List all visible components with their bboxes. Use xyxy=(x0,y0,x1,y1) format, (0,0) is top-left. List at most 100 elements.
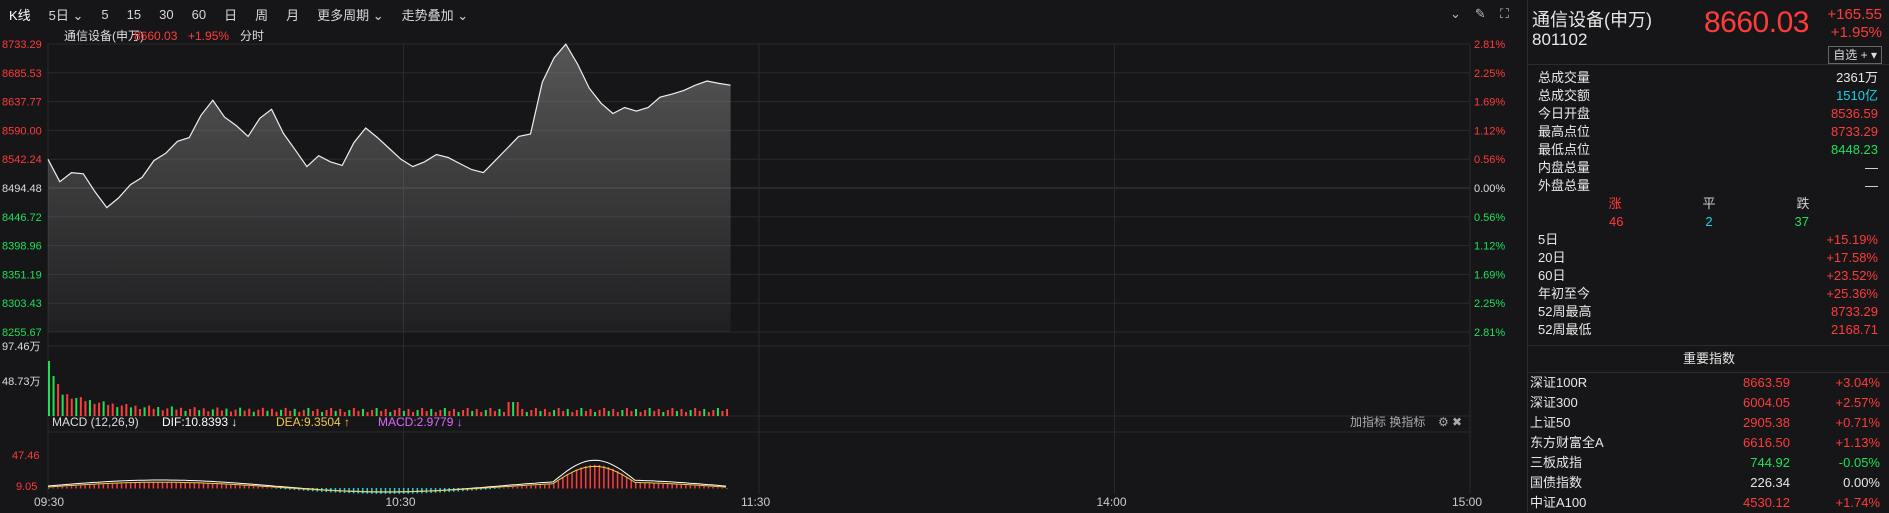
index-row-name: 国债指数 xyxy=(1530,475,1583,490)
macd-bar xyxy=(143,482,146,489)
index-row-name: 上证50 xyxy=(1530,415,1571,430)
volume-bar xyxy=(84,401,87,416)
stat-row: 总成交量 2361万 xyxy=(1528,69,1889,87)
volume-bar xyxy=(562,410,565,416)
volume-bar xyxy=(553,409,556,416)
volume-bar xyxy=(712,410,715,416)
macd-bar xyxy=(270,487,273,489)
index-row-price: 8663.59 xyxy=(1743,375,1790,390)
period-tab-1[interactable]: 5日 ⌄ xyxy=(40,5,93,24)
macd-bar xyxy=(603,465,605,489)
index-row[interactable]: 上证50 2905.38 +0.71% xyxy=(1528,413,1889,433)
macd-bar xyxy=(275,488,278,489)
y-axis-label: 8685.53 xyxy=(2,68,42,80)
volume-bar xyxy=(680,408,683,416)
volume-bar xyxy=(270,408,273,416)
volume-bar xyxy=(539,410,542,416)
index-row[interactable]: 深证300 6004.05 +2.57% xyxy=(1528,393,1889,413)
volume-bar xyxy=(366,411,369,416)
index-row[interactable]: 三板成指 744.92 -0.05% xyxy=(1528,453,1889,473)
volume-bar xyxy=(530,409,533,416)
period-label: 20日 xyxy=(1538,250,1566,265)
volume-bar xyxy=(584,410,587,416)
volume-bar xyxy=(139,409,142,416)
index-row-change: 0.00% xyxy=(1843,475,1880,490)
index-row-name: 深证300 xyxy=(1530,395,1578,410)
macd-bar xyxy=(348,488,350,494)
quote-panel: 通信设备(申万) 801102 8660.03 +165.55 +1.95% 自… xyxy=(1527,0,1889,512)
legend-price: 8660.03 xyxy=(134,29,178,43)
volume-bar xyxy=(503,411,506,416)
stat-row: 外盘总量 — xyxy=(1528,177,1889,195)
price-change: +165.55 +1.95% xyxy=(1827,6,1882,42)
macd-bar xyxy=(243,485,246,489)
y-axis-label: 8255.67 xyxy=(2,327,42,339)
breadth-header: 涨 平 跌 xyxy=(1528,195,1889,213)
volume-bar xyxy=(721,411,724,416)
volume-bar xyxy=(357,410,360,416)
volume-axis-label: 97.46万 xyxy=(2,341,41,353)
index-row[interactable]: 东方财富全A 6616.50 +1.13% xyxy=(1528,433,1889,453)
period-tab-0[interactable]: K线 xyxy=(0,5,40,24)
macd-bar xyxy=(671,484,673,489)
period-tab-2[interactable]: 5 xyxy=(92,7,117,22)
index-row-change: +1.74% xyxy=(1835,495,1880,510)
y-axis-right-label: 1.69% xyxy=(1474,97,1505,109)
stat-row: 内盘总量 — xyxy=(1528,159,1889,177)
macd-bar xyxy=(66,486,68,489)
volume-bar xyxy=(257,409,260,416)
macd-bar xyxy=(193,483,196,489)
period-row: 60日 +23.52% xyxy=(1528,267,1889,285)
index-row[interactable]: 中证A100 4530.12 +1.74% xyxy=(1528,493,1889,513)
macd-bar xyxy=(625,476,628,489)
stats-list: 总成交量 2361万 总成交额 1510亿 今日开盘 8536.59 最高点位 8733.29… xyxy=(1528,65,1889,195)
volume-bar xyxy=(261,407,264,416)
macd-bar xyxy=(266,487,268,489)
macd-bar xyxy=(157,482,159,489)
volume-bar xyxy=(703,409,706,416)
breadth-values: 46 2 37 xyxy=(1528,213,1889,231)
macd-bar xyxy=(621,473,623,489)
macd-dif: DIF:10.8393 ↓ xyxy=(162,415,237,429)
stat-value: — xyxy=(1865,160,1878,175)
index-row-change: -0.05% xyxy=(1838,455,1880,470)
period-tab-10[interactable]: 走势叠加 ⌄ xyxy=(393,5,478,24)
volume-bar xyxy=(639,411,642,416)
macd-bar xyxy=(220,484,223,489)
macd-bar xyxy=(52,487,55,489)
period-tab-3[interactable]: 15 xyxy=(118,7,150,22)
period-value: 2168.71 xyxy=(1831,322,1878,337)
period-value: +17.58% xyxy=(1826,250,1878,265)
add-watchlist-button[interactable]: 自选 + ▾ xyxy=(1828,46,1882,64)
volume-bar xyxy=(580,407,583,416)
period-tab-4[interactable]: 30 xyxy=(150,7,182,22)
period-row: 52周最低 2168.71 xyxy=(1528,321,1889,339)
y-axis-right-label: 2.81% xyxy=(1474,39,1505,51)
period-tab-9[interactable]: 更多周期 ⌄ xyxy=(308,5,393,24)
fullscreen-icon[interactable]: ⛶ xyxy=(1500,6,1509,22)
period-tab-7[interactable]: 周 xyxy=(246,5,277,24)
y-axis-right-label: 1.69% xyxy=(1474,269,1505,281)
chevron-down-icon[interactable]: ⌄ xyxy=(1450,6,1461,22)
period-tab-5[interactable]: 60 xyxy=(183,7,215,22)
macd-bar xyxy=(703,486,705,489)
flat-count: 2 xyxy=(1705,214,1713,229)
y-axis-right-label: 0.00% xyxy=(1474,183,1505,195)
macd-bar xyxy=(589,465,591,489)
macd-axis-label: 47.46 xyxy=(12,450,40,462)
volume-bar xyxy=(57,384,60,416)
index-row[interactable]: 国债指数 226.34 0.00% xyxy=(1528,473,1889,493)
macd-bar xyxy=(280,488,282,489)
pen-icon[interactable]: ✎ xyxy=(1475,6,1486,22)
y-axis-right-label: 2.81% xyxy=(1474,327,1505,339)
period-tab-6[interactable]: 日 xyxy=(215,5,246,24)
stat-value: 8733.29 xyxy=(1831,124,1878,139)
intraday-chart[interactable]: 8733.29 2.81% 8685.53 2.25% 8637.77 1.69% 8590… xyxy=(0,28,1520,512)
volume-bar xyxy=(675,410,678,416)
macd-bar xyxy=(252,486,255,489)
period-tab-8[interactable]: 月 xyxy=(277,5,308,24)
period-row: 52周最高 8733.29 xyxy=(1528,303,1889,321)
stat-label: 最高点位 xyxy=(1538,124,1591,139)
macd-bar xyxy=(198,483,200,489)
index-row[interactable]: 深证100R 8663.59 +3.04% xyxy=(1528,373,1889,393)
